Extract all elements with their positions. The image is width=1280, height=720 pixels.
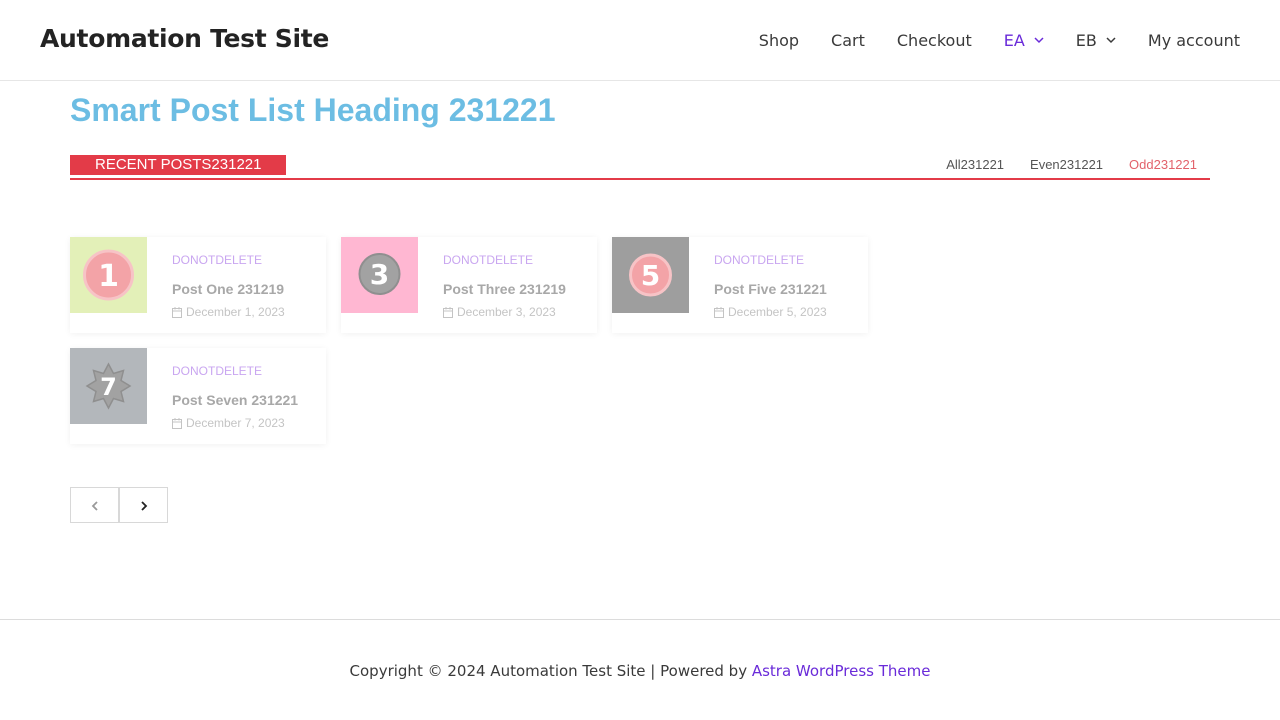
post-thumbnail[interactable]: 5 [612, 237, 689, 313]
filter-even[interactable]: Even231221 [1030, 157, 1103, 172]
nav-item-cart[interactable]: Cart [831, 31, 865, 50]
thumb-number: 7 [100, 373, 117, 401]
footer-copyright: Copyright © 2024 Automation Test Site | … [0, 662, 1280, 680]
site-footer: Copyright © 2024 Automation Test Site | … [0, 619, 1280, 720]
post-card[interactable]: 7 DONOTDELETE Post Seven 231221 December… [70, 348, 326, 444]
page-title: Smart Post List Heading 231221 [70, 92, 556, 128]
pagination [70, 487, 168, 523]
post-date-text: December 1, 2023 [186, 305, 285, 319]
next-page-button[interactable] [119, 487, 168, 523]
post-category[interactable]: DONOTDELETE [172, 253, 262, 267]
post-date-text: December 5, 2023 [728, 305, 827, 319]
post-list-block-header: RECENT POSTS231221 All231221 Even231221 … [70, 155, 1210, 180]
calendar-icon [172, 306, 182, 318]
post-card[interactable]: 5 DONOTDELETE Post Five 231221 December … [612, 237, 868, 333]
post-thumbnail[interactable]: 7 [70, 348, 147, 424]
chevron-right-icon [140, 496, 148, 515]
post-title[interactable]: Post Five 231221 [714, 281, 827, 297]
post-title[interactable]: Post Seven 231221 [172, 392, 298, 408]
main-nav: Shop Cart Checkout EA EB My account [727, 0, 1240, 80]
nav-item-shop[interactable]: Shop [759, 31, 799, 50]
post-card[interactable]: 1 DONOTDELETE Post One 231219 December 1… [70, 237, 326, 333]
post-date: December 1, 2023 [172, 305, 285, 319]
nav-label: EB [1075, 30, 1097, 50]
thumb-number: 1 [98, 259, 119, 294]
post-thumbnail[interactable]: 3 [341, 237, 418, 313]
nav-item-my-account[interactable]: My account [1148, 31, 1240, 50]
post-category[interactable]: DONOTDELETE [443, 253, 533, 267]
chevron-left-icon [91, 496, 99, 515]
thumb-number: 5 [641, 259, 660, 292]
post-date: December 3, 2023 [443, 305, 556, 319]
post-date: December 7, 2023 [172, 416, 285, 430]
footer-theme-link[interactable]: Astra WordPress Theme [752, 662, 931, 680]
nav-item-ea[interactable]: EA [1004, 31, 1044, 50]
thumb-number: 3 [370, 258, 389, 291]
chevron-down-icon [1106, 35, 1116, 45]
post-category[interactable]: DONOTDELETE [172, 364, 262, 378]
post-card[interactable]: 3 DONOTDELETE Post Three 231219 December… [341, 237, 597, 333]
nav-label: Shop [758, 30, 800, 50]
post-thumbnail[interactable]: 1 [70, 237, 147, 313]
nav-label: Cart [831, 30, 865, 50]
nav-label: Checkout [896, 30, 972, 50]
block-title: RECENT POSTS231221 [70, 155, 286, 175]
filter-all[interactable]: All231221 [946, 157, 1004, 172]
chevron-down-icon [1034, 35, 1044, 45]
post-date-text: December 3, 2023 [457, 305, 556, 319]
footer-text: Copyright © 2024 Automation Test Site | … [349, 662, 752, 680]
site-header: Automation Test Site Shop Cart Checkout … [0, 0, 1280, 81]
post-date: December 5, 2023 [714, 305, 827, 319]
post-title[interactable]: Post Three 231219 [443, 281, 566, 297]
prev-page-button[interactable] [70, 487, 119, 523]
post-filters: All231221 Even231221 Odd231221 [920, 157, 1210, 172]
site-title[interactable]: Automation Test Site [40, 24, 329, 53]
calendar-icon [714, 306, 724, 318]
nav-label: EA [1003, 30, 1025, 50]
calendar-icon [172, 417, 182, 429]
post-category[interactable]: DONOTDELETE [714, 253, 804, 267]
post-date-text: December 7, 2023 [186, 416, 285, 430]
nav-item-eb[interactable]: EB [1076, 31, 1116, 50]
nav-item-checkout[interactable]: Checkout [897, 31, 972, 50]
filter-odd[interactable]: Odd231221 [1129, 157, 1197, 172]
calendar-icon [443, 306, 453, 318]
nav-label: My account [1147, 30, 1240, 50]
post-title[interactable]: Post One 231219 [172, 281, 284, 297]
